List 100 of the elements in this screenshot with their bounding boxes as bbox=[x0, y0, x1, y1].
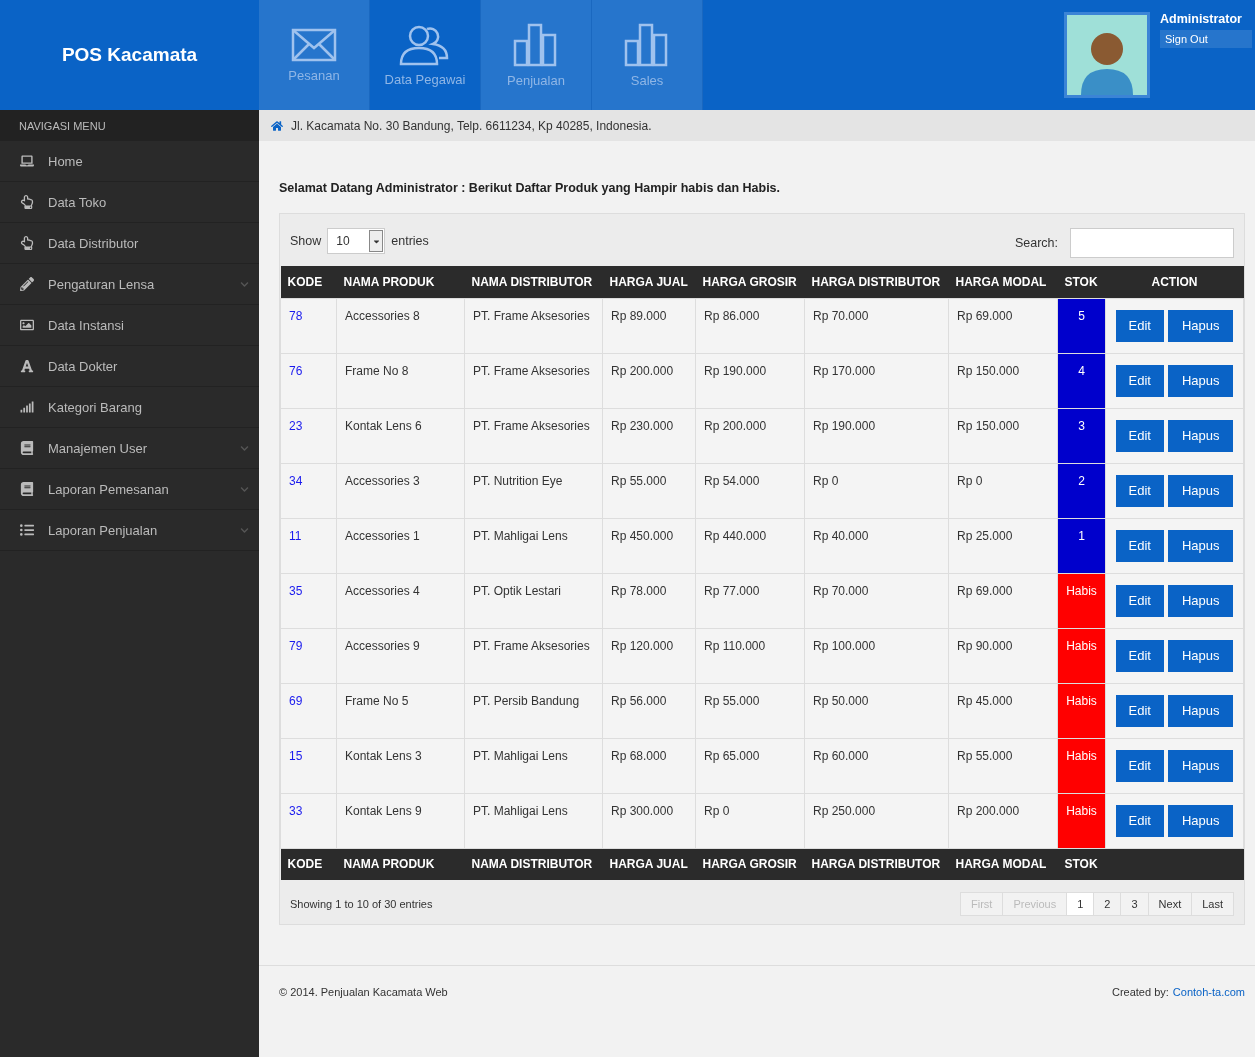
laptop-icon bbox=[20, 154, 34, 168]
table-cell: Rp 0 bbox=[804, 463, 949, 518]
table-cell: Rp 70.000 bbox=[804, 573, 949, 628]
product-code-link[interactable]: 23 bbox=[289, 418, 303, 433]
sidebar-title: NAVIGASI MENU bbox=[0, 110, 259, 141]
product-code-link[interactable]: 69 bbox=[289, 693, 303, 708]
brand-title: POS Kacamata bbox=[0, 0, 259, 110]
edit-button[interactable]: Edit bbox=[1115, 419, 1164, 452]
entries-label: entries bbox=[391, 234, 429, 248]
users-icon bbox=[399, 23, 451, 66]
letter-icon bbox=[20, 359, 34, 373]
pagination-button[interactable]: Next bbox=[1147, 892, 1193, 916]
column-header: HARGA JUAL bbox=[602, 266, 696, 298]
edit-button[interactable]: Edit bbox=[1115, 639, 1164, 672]
table-cell: Accessories 3 bbox=[336, 463, 465, 518]
pagination-button[interactable]: 1 bbox=[1066, 892, 1095, 916]
table-cell: Rp 0 bbox=[948, 463, 1058, 518]
product-code-link[interactable]: 78 bbox=[289, 308, 303, 323]
table-cell: Rp 200.000 bbox=[695, 408, 805, 463]
table-cell: Rp 250.000 bbox=[804, 793, 949, 848]
user-name: Administrator bbox=[1160, 12, 1243, 26]
product-code-link[interactable]: 76 bbox=[289, 363, 303, 378]
delete-button[interactable]: Hapus bbox=[1167, 309, 1234, 342]
pagination-button[interactable]: 3 bbox=[1120, 892, 1149, 916]
table-cell: Accessories 9 bbox=[336, 628, 465, 683]
address-text: Jl. Kacamata No. 30 Bandung, Telp. 6611234, Kp 40285, Indonesia. bbox=[291, 118, 652, 133]
book-icon bbox=[20, 441, 34, 455]
table-cell: Rp 300.000 bbox=[602, 793, 696, 848]
column-footer: HARGA DISTRIBUTOR bbox=[804, 848, 949, 880]
column-footer: STOK bbox=[1057, 848, 1106, 880]
product-code-link[interactable]: 11 bbox=[289, 528, 302, 543]
delete-button[interactable]: Hapus bbox=[1167, 804, 1234, 837]
table-cell: Rp 55.000 bbox=[948, 738, 1058, 793]
page-size-select[interactable]: 10 bbox=[327, 228, 386, 254]
table-cell: Rp 55.000 bbox=[695, 683, 805, 738]
product-code-link[interactable]: 15 bbox=[289, 748, 303, 763]
column-footer: HARGA JUAL bbox=[602, 848, 696, 880]
delete-button[interactable]: Hapus bbox=[1167, 474, 1234, 507]
column-header: HARGA MODAL bbox=[948, 266, 1058, 298]
edit-button[interactable]: Edit bbox=[1115, 804, 1164, 837]
edit-button[interactable]: Edit bbox=[1115, 584, 1164, 617]
table-cell: PT. Persib Bandung bbox=[464, 683, 603, 738]
chevron-icon bbox=[240, 279, 249, 289]
edit-button[interactable]: Edit bbox=[1115, 749, 1164, 782]
table-cell: Rp 45.000 bbox=[948, 683, 1058, 738]
table-cell: Rp 0 bbox=[695, 793, 805, 848]
creator-link[interactable]: Contoh-ta.com bbox=[1172, 986, 1245, 998]
table-cell: Rp 55.000 bbox=[602, 463, 696, 518]
delete-button[interactable]: Hapus bbox=[1167, 694, 1234, 727]
delete-button[interactable]: Hapus bbox=[1167, 529, 1234, 562]
product-code-link[interactable]: 34 bbox=[289, 473, 303, 488]
pagination-button[interactable]: Last bbox=[1191, 892, 1234, 916]
sidebar-item[interactable]: Manajemen User bbox=[0, 428, 259, 469]
table-cell: Rp 89.000 bbox=[602, 298, 696, 353]
edit-button[interactable]: Edit bbox=[1115, 529, 1164, 562]
column-footer: HARGA MODAL bbox=[948, 848, 1058, 880]
delete-button[interactable]: Hapus bbox=[1167, 584, 1234, 617]
product-code-link[interactable]: 33 bbox=[289, 803, 303, 818]
envelope-icon bbox=[291, 27, 337, 62]
table-cell: PT. Nutrition Eye bbox=[464, 463, 603, 518]
stock-cell: 1 bbox=[1057, 518, 1106, 573]
product-code-link[interactable]: 35 bbox=[289, 583, 303, 598]
table-cell: Rp 200.000 bbox=[602, 353, 696, 408]
table-cell: Accessories 8 bbox=[336, 298, 465, 353]
stock-cell: Habis bbox=[1057, 793, 1106, 848]
table-cell: Rp 150.000 bbox=[948, 408, 1058, 463]
product-code-link[interactable]: 79 bbox=[289, 638, 303, 653]
column-footer: NAMA PRODUK bbox=[336, 848, 465, 880]
edit-button[interactable]: Edit bbox=[1115, 474, 1164, 507]
table-cell: Kontak Lens 9 bbox=[336, 793, 465, 848]
column-footer: KODE bbox=[280, 848, 337, 880]
table-cell: PT. Mahligai Lens bbox=[464, 518, 603, 573]
table-cell: Rp 77.000 bbox=[695, 573, 805, 628]
copyright-text: © 2014. Penjualan Kacamata Web bbox=[279, 986, 448, 998]
delete-button[interactable]: Hapus bbox=[1167, 749, 1234, 782]
delete-button[interactable]: Hapus bbox=[1167, 639, 1234, 672]
edit-button[interactable]: Edit bbox=[1115, 694, 1164, 727]
delete-button[interactable]: Hapus bbox=[1167, 364, 1234, 397]
stock-cell: Habis bbox=[1057, 683, 1106, 738]
image-icon bbox=[20, 318, 34, 332]
sidebar-item[interactable]: Laporan Pemesanan bbox=[0, 469, 259, 510]
edit-button[interactable]: Edit bbox=[1115, 309, 1164, 342]
edit-button[interactable]: Edit bbox=[1115, 364, 1164, 397]
table-cell: Accessories 1 bbox=[336, 518, 465, 573]
table-cell: Rp 110.000 bbox=[695, 628, 805, 683]
table-cell: Rp 56.000 bbox=[602, 683, 696, 738]
stock-cell: 4 bbox=[1057, 353, 1106, 408]
table-cell: Rp 440.000 bbox=[695, 518, 805, 573]
table-cell: PT. Frame Aksesories bbox=[464, 353, 603, 408]
search-field[interactable] bbox=[1070, 228, 1234, 258]
table-cell: Rp 86.000 bbox=[695, 298, 805, 353]
delete-button[interactable]: Hapus bbox=[1167, 419, 1234, 452]
chevron-icon bbox=[240, 484, 249, 494]
pagination-button[interactable]: 2 bbox=[1093, 892, 1122, 916]
table-cell: Rp 170.000 bbox=[804, 353, 949, 408]
sign-out-link[interactable]: Sign Out bbox=[1160, 30, 1252, 48]
column-header: HARGA GROSIR bbox=[695, 266, 805, 298]
table-cell: Accessories 4 bbox=[336, 573, 465, 628]
show-label: Show bbox=[290, 234, 322, 248]
table-cell: Rp 230.000 bbox=[602, 408, 696, 463]
